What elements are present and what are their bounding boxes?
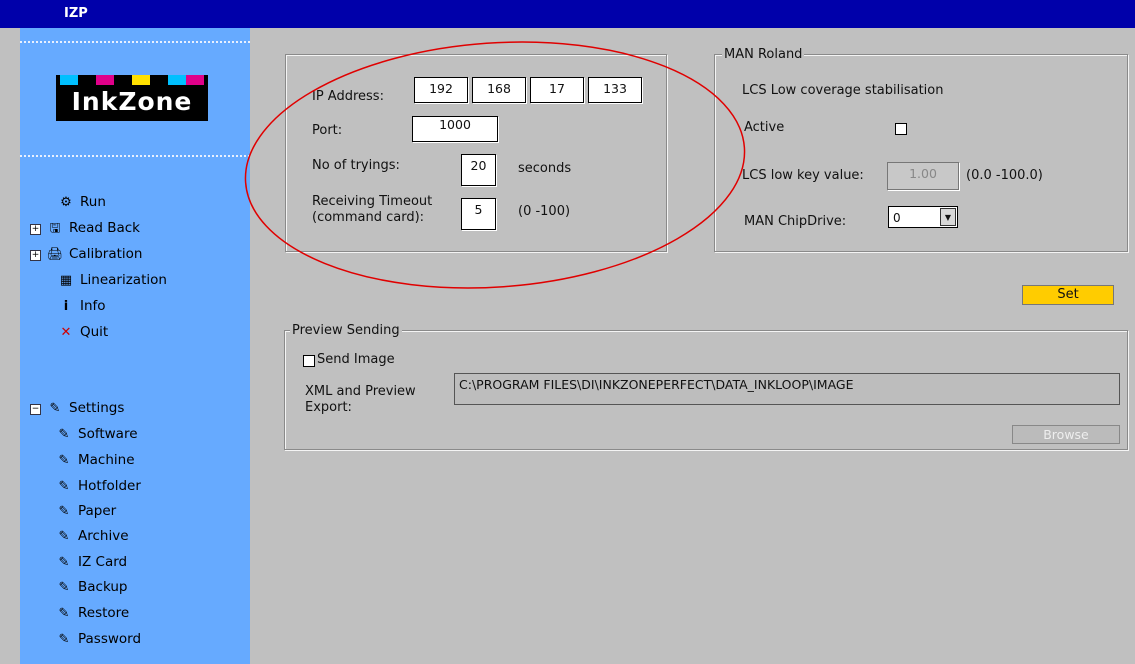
annotation-ellipse bbox=[244, 41, 746, 289]
